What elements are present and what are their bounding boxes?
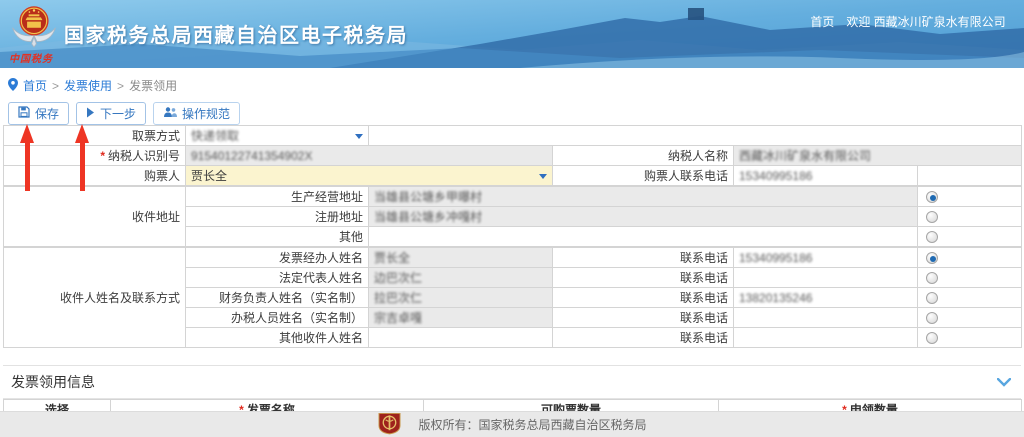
- annotation-arrow-next: [75, 124, 89, 191]
- finance-manager-phone: 13820135246: [734, 288, 918, 308]
- phone-label: 联系电话: [553, 248, 734, 268]
- legal-rep-label: 法定代表人姓名: [186, 268, 369, 288]
- play-icon: [86, 107, 95, 121]
- header-home-link[interactable]: 首页: [810, 15, 834, 29]
- save-button[interactable]: 保存: [8, 102, 69, 125]
- other-recipient-phone-input[interactable]: [734, 328, 918, 348]
- empty-cell: [918, 166, 1022, 186]
- radio-registered-address[interactable]: [926, 211, 938, 223]
- tax-officer-phone: [734, 308, 918, 328]
- table-row: *纳税人识别号 91540122741354902X 纳税人名称 西藏冰川矿泉水…: [4, 146, 1022, 166]
- other-address-radio-cell: [918, 227, 1022, 247]
- radio-tax-officer[interactable]: [926, 312, 938, 324]
- legal-rep-name: 边巴次仁: [369, 268, 553, 288]
- header-user-area: 首页欢迎 西藏冰川矿泉水有限公司: [798, 14, 1018, 31]
- contact-table: 收件人姓名及联系方式 发票经办人姓名 贾长全 联系电话 15340995186 …: [3, 247, 1022, 348]
- site-title: 国家税务总局西藏自治区电子税务局: [64, 19, 408, 48]
- site-header: 中国税务 国家税务总局西藏自治区电子税务局 首页欢迎 西藏冰川矿泉水有限公司: [0, 0, 1024, 68]
- next-step-button[interactable]: 下一步: [76, 102, 146, 125]
- copyright-text: 版权所有：国家税务总局西藏自治区税务局: [418, 416, 646, 433]
- tax-officer-radio-cell: [918, 308, 1022, 328]
- next-step-label: 下一步: [100, 105, 136, 122]
- empty-cell: [369, 126, 1022, 146]
- finance-manager-label: 财务负责人姓名（实名制）: [186, 288, 369, 308]
- radio-invoice-handler[interactable]: [926, 252, 938, 264]
- logo-caption: 中国税务: [9, 50, 53, 65]
- business-address-value: 当雄县公塘乡甲曝村: [369, 187, 918, 207]
- phone-label: 联系电话: [553, 328, 734, 348]
- tax-officer-name: 宗吉卓嘎: [369, 308, 553, 328]
- people-icon: [163, 106, 177, 121]
- registered-address-radio-cell: [918, 207, 1022, 227]
- purchaser-phone-label: 购票人联系电话: [553, 166, 734, 186]
- breadcrumb-separator: >: [117, 79, 124, 93]
- radio-business-address[interactable]: [926, 191, 938, 203]
- legal-rep-phone: [734, 268, 918, 288]
- invoice-handler-label: 发票经办人姓名: [186, 248, 369, 268]
- radio-other-recipient[interactable]: [926, 332, 938, 344]
- invoice-section-bar: 发票领用信息: [3, 365, 1021, 399]
- other-address-input[interactable]: [369, 227, 918, 247]
- finance-manager-name: 拉巴次仁: [369, 288, 553, 308]
- invoice-handler-name: 贾长全: [369, 248, 553, 268]
- table-row: 收件人姓名及联系方式 发票经办人姓名 贾长全 联系电话 15340995186: [4, 248, 1022, 268]
- caret-down-icon: [539, 174, 547, 179]
- chevron-down-icon[interactable]: [997, 374, 1011, 390]
- other-recipient-name-input[interactable]: [369, 328, 553, 348]
- address-table: 收件地址 生产经营地址 当雄县公塘乡甲曝村 注册地址 当雄县公塘乡冲嘎村 其他: [3, 186, 1022, 247]
- other-address-label: 其他: [186, 227, 369, 247]
- taxpayer-name-value: 西藏冰川矿泉水有限公司: [734, 146, 1022, 166]
- other-recipient-label: 其他收件人姓名: [186, 328, 369, 348]
- breadcrumb-home-link[interactable]: 首页: [23, 77, 47, 94]
- taxpayer-id-value: 91540122741354902X: [186, 146, 553, 166]
- table-row: 取票方式 快递领取: [4, 126, 1022, 146]
- taxpayer-name-label: 纳税人名称: [553, 146, 734, 166]
- table-row: 收件地址 生产经营地址 当雄县公塘乡甲曝村: [4, 187, 1022, 207]
- toolbar: 保存 下一步 操作规范: [8, 102, 1024, 125]
- registered-address-label: 注册地址: [186, 207, 369, 227]
- finance-manager-radio-cell: [918, 288, 1022, 308]
- welcome-text: 欢迎 西藏冰川矿泉水有限公司: [846, 15, 1005, 29]
- contact-group-label: 收件人姓名及联系方式: [4, 248, 186, 348]
- operation-spec-button[interactable]: 操作规范: [153, 102, 240, 125]
- save-label: 保存: [35, 105, 59, 122]
- breadcrumb: 首页 > 发票使用 > 发票领用: [0, 68, 1024, 99]
- radio-finance-manager[interactable]: [926, 292, 938, 304]
- invoice-section-title: 发票领用信息: [11, 374, 95, 390]
- legal-rep-radio-cell: [918, 268, 1022, 288]
- phone-label: 联系电话: [553, 308, 734, 328]
- annotation-arrow-save: [20, 124, 34, 191]
- basic-info-table: 取票方式 快递领取 *纳税人识别号 91540122741354902X 纳税人…: [3, 125, 1022, 186]
- breadcrumb-invoice-use-link[interactable]: 发票使用: [64, 77, 112, 94]
- radio-legal-rep[interactable]: [926, 272, 938, 284]
- tax-emblem-icon: [11, 3, 57, 56]
- breadcrumb-current: 发票领用: [129, 77, 177, 94]
- footer: 版权所有：国家税务总局西藏自治区税务局: [0, 411, 1024, 437]
- phone-label: 联系电话: [553, 288, 734, 308]
- purchaser-select[interactable]: 贾长全: [186, 166, 553, 186]
- footer-tax-logo-icon: [377, 412, 402, 437]
- purchaser-phone-value: 15340995186: [734, 166, 918, 186]
- table-row: 购票人 贾长全 购票人联系电话 15340995186: [4, 166, 1022, 186]
- business-address-radio-cell: [918, 187, 1022, 207]
- radio-other-address[interactable]: [926, 231, 938, 243]
- address-group-label: 收件地址: [4, 187, 186, 247]
- breadcrumb-separator: >: [52, 79, 59, 93]
- page: 中国税务 国家税务总局西藏自治区电子税务局 首页欢迎 西藏冰川矿泉水有限公司 首…: [0, 0, 1024, 437]
- operation-spec-label: 操作规范: [182, 105, 230, 122]
- pickup-method-select[interactable]: 快递领取: [186, 126, 369, 146]
- phone-label: 联系电话: [553, 268, 734, 288]
- other-recipient-radio-cell: [918, 328, 1022, 348]
- invoice-handler-radio-cell: [918, 248, 1022, 268]
- invoice-handler-phone: 15340995186: [734, 248, 918, 268]
- tax-officer-label: 办税人员姓名（实名制）: [186, 308, 369, 328]
- location-pin-icon: [8, 78, 18, 94]
- business-address-label: 生产经营地址: [186, 187, 369, 207]
- caret-down-icon: [355, 134, 363, 139]
- registered-address-value: 当雄县公塘乡冲嘎村: [369, 207, 918, 227]
- floppy-icon: [18, 106, 30, 121]
